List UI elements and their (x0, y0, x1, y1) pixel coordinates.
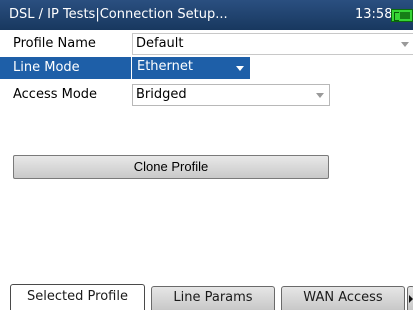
title-bar: DSL / IP Tests|Connection Setup... 13:58 (0, 0, 413, 30)
profile-name-row: Profile Name Default (0, 33, 413, 55)
tab-bar: Selected Profile Line Params WAN Access (0, 284, 413, 310)
profile-name-label: Profile Name (13, 36, 96, 51)
line-mode-label: Line Mode (13, 60, 80, 75)
access-mode-row: Access Mode Bridged (0, 84, 413, 106)
chevron-down-icon[interactable] (316, 93, 324, 98)
tab-selected-profile[interactable]: Selected Profile (10, 284, 145, 310)
chevron-down-icon[interactable] (236, 66, 244, 71)
line-mode-select[interactable]: Ethernet (132, 57, 250, 79)
access-mode-select[interactable]: Bridged (132, 84, 330, 106)
chevron-right-icon (409, 295, 413, 303)
line-mode-row[interactable]: Line Mode Ethernet (0, 57, 250, 79)
battery-charging-icon (391, 9, 413, 22)
chevron-down-icon[interactable] (401, 42, 409, 47)
tab-line-params[interactable]: Line Params (151, 286, 275, 310)
tab-wan-access[interactable]: WAN Access (281, 286, 405, 310)
line-mode-value: Ethernet (137, 59, 193, 74)
clock: 13:58 (355, 7, 393, 22)
access-mode-label: Access Mode (13, 87, 98, 102)
window-title: DSL / IP Tests|Connection Setup... (9, 7, 228, 22)
tab-scroll-right[interactable] (407, 286, 413, 310)
profile-name-value: Default (136, 36, 184, 51)
access-mode-value: Bridged (136, 87, 187, 102)
clone-profile-button[interactable]: Clone Profile (13, 155, 329, 179)
profile-name-select[interactable]: Default (132, 33, 413, 55)
